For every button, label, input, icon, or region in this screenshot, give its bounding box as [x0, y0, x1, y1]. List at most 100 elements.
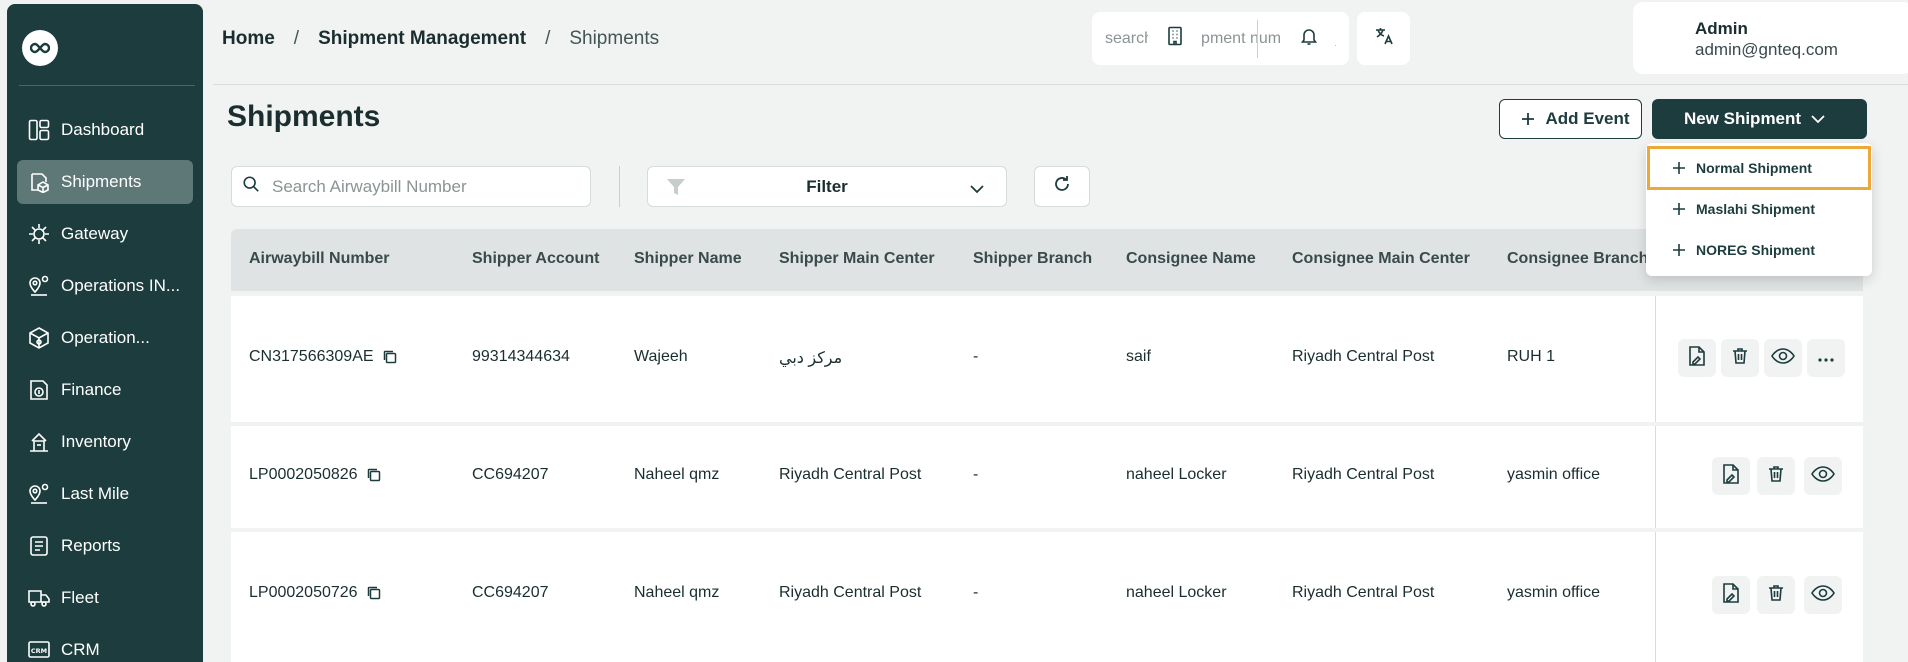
- delete-button[interactable]: [1757, 576, 1795, 614]
- sidebar-item-inventory[interactable]: Inventory: [17, 420, 193, 464]
- edit-document-icon: [1721, 582, 1741, 609]
- view-button[interactable]: [1804, 457, 1842, 495]
- breadcrumb-shipment-management[interactable]: Shipment Management: [318, 28, 526, 50]
- table-row[interactable]: LP0002050826 CC694207 Naheel qmz Riyadh …: [231, 426, 1863, 528]
- toolbar-divider: [619, 166, 620, 207]
- consignee-name-cell: naheel Locker: [1126, 466, 1227, 483]
- column-header[interactable]: Airwaybill Number: [249, 250, 389, 268]
- table-row[interactable]: LP0002050726 CC694207 Naheel qmz Riyadh …: [231, 532, 1863, 662]
- building-button[interactable]: [1148, 12, 1201, 65]
- last-mile-icon: [27, 482, 51, 506]
- new-shipment-button[interactable]: New Shipment: [1652, 99, 1867, 139]
- column-header[interactable]: Consignee Branch: [1507, 250, 1648, 268]
- sidebar-item-operations-in[interactable]: Operations IN...: [17, 264, 193, 308]
- more-options-button[interactable]: [1807, 339, 1845, 377]
- copy-icon[interactable]: [382, 349, 398, 365]
- airwaybill-cell: CN317566309AE: [249, 348, 398, 366]
- airwaybill-search: [231, 166, 591, 207]
- view-button[interactable]: [1764, 339, 1802, 377]
- dashboard-icon: [27, 118, 51, 142]
- sidebar: Dashboard Shipments Gateway Operations I…: [7, 4, 203, 662]
- consignee-branch-cell: yasmin office: [1507, 584, 1601, 601]
- bell-icon: [1300, 26, 1318, 51]
- column-header[interactable]: Shipper Main Center: [779, 250, 935, 268]
- new-shipment-label: New Shipment: [1683, 109, 1802, 128]
- search-icon: [242, 175, 260, 198]
- shipper-branch-cell: -: [973, 584, 979, 601]
- plus-icon: [1672, 202, 1686, 216]
- view-button[interactable]: [1804, 576, 1842, 614]
- gateway-icon: [27, 222, 51, 246]
- trash-icon: [1768, 584, 1784, 607]
- sidebar-item-fleet[interactable]: Fleet: [17, 576, 193, 620]
- copy-icon[interactable]: [366, 467, 382, 483]
- sidebar-item-label: Operations IN...: [61, 276, 181, 295]
- top-header: Home / Shipment Management / Shipments A…: [213, 0, 1908, 85]
- sidebar-item-label: Dashboard: [61, 120, 145, 139]
- sidebar-item-operation[interactable]: Operation...: [17, 316, 193, 360]
- translate-icon: [1374, 26, 1394, 51]
- menu-item-label: NOREG Shipment: [1696, 242, 1816, 258]
- airwaybill-number: LP0002050826: [249, 466, 358, 483]
- consignee-main-center-cell: Riyadh Central Post: [1292, 466, 1435, 483]
- copy-icon[interactable]: [366, 585, 382, 601]
- table-row[interactable]: CN317566309AE 99314344634 Wajeeh مركز دب…: [231, 296, 1863, 422]
- plus-icon: [1672, 243, 1686, 257]
- consignee-name-cell: naheel Locker: [1126, 584, 1227, 601]
- new-shipment-menu: Normal Shipment Maslahi Shipment NOREG S…: [1646, 143, 1872, 276]
- refresh-icon: [1052, 174, 1072, 199]
- column-header[interactable]: Consignee Name: [1126, 250, 1256, 268]
- menu-item-noreg-shipment[interactable]: NOREG Shipment: [1650, 231, 1868, 269]
- sidebar-item-last-mile[interactable]: Last Mile: [17, 472, 193, 516]
- chevron-down-icon: [1811, 114, 1825, 124]
- sidebar-item-label: Fleet: [61, 588, 99, 607]
- menu-item-normal-shipment[interactable]: Normal Shipment: [1647, 146, 1871, 190]
- sidebar-item-dashboard[interactable]: Dashboard: [17, 108, 193, 152]
- add-event-button[interactable]: Add Event: [1499, 99, 1642, 139]
- airwaybill-cell: LP0002050826: [249, 466, 382, 484]
- filter-icon: [666, 177, 686, 202]
- shipper-account-cell: 99314344634: [472, 348, 570, 365]
- menu-item-maslahi-shipment[interactable]: Maslahi Shipment: [1650, 190, 1868, 228]
- table-header: Airwaybill Number Shipper Account Shippe…: [231, 229, 1863, 291]
- column-header[interactable]: Shipper Name: [634, 250, 742, 268]
- edit-document-button[interactable]: [1712, 576, 1750, 614]
- delete-button[interactable]: [1757, 457, 1795, 495]
- plus-icon: [1672, 161, 1686, 175]
- breadcrumb-current: Shipments: [569, 28, 660, 49]
- svg-text:CRM: CRM: [31, 647, 47, 655]
- sidebar-divider: [19, 85, 195, 86]
- column-header[interactable]: Shipper Account: [472, 250, 599, 268]
- sidebar-item-crm[interactable]: CRM CRM: [17, 628, 193, 662]
- filter-dropdown[interactable]: Filter: [647, 166, 1007, 207]
- refresh-button[interactable]: [1034, 166, 1090, 207]
- sidebar-item-gateway[interactable]: Gateway: [17, 212, 193, 256]
- sidebar-item-shipments[interactable]: Shipments: [17, 160, 193, 204]
- column-header[interactable]: Shipper Branch: [973, 250, 1092, 268]
- actions-column-divider: [1655, 426, 1656, 528]
- edit-document-button[interactable]: [1712, 457, 1750, 495]
- shipment-search-input[interactable]: [1105, 29, 1310, 48]
- notifications-button[interactable]: [1282, 12, 1335, 65]
- edit-document-icon: [1721, 463, 1741, 490]
- sidebar-item-label: Gateway: [61, 224, 129, 243]
- reports-icon: [27, 534, 51, 558]
- sidebar-item-reports[interactable]: Reports: [17, 524, 193, 568]
- eye-icon: [1811, 584, 1835, 606]
- shipper-account-cell: CC694207: [472, 584, 549, 601]
- column-header[interactable]: Consignee Main Center: [1292, 250, 1470, 268]
- delete-button[interactable]: [1721, 339, 1759, 377]
- app-logo[interactable]: [22, 30, 58, 66]
- user-profile-card[interactable]: Admin admin@gnteq.com: [1633, 2, 1908, 74]
- actions-column-divider: [1655, 296, 1656, 422]
- airwaybill-search-input[interactable]: [272, 176, 572, 197]
- language-button[interactable]: [1357, 12, 1410, 65]
- consignee-branch-cell: yasmin office: [1507, 466, 1601, 483]
- menu-item-label: Maslahi Shipment: [1696, 201, 1816, 217]
- shipper-account-cell: CC694207: [472, 466, 549, 483]
- airwaybill-cell: LP0002050726: [249, 584, 382, 602]
- edit-document-button[interactable]: [1678, 339, 1716, 377]
- consignee-main-center-cell: Riyadh Central Post: [1292, 584, 1435, 601]
- breadcrumb-home[interactable]: Home: [222, 28, 275, 50]
- sidebar-item-finance[interactable]: Finance: [17, 368, 193, 412]
